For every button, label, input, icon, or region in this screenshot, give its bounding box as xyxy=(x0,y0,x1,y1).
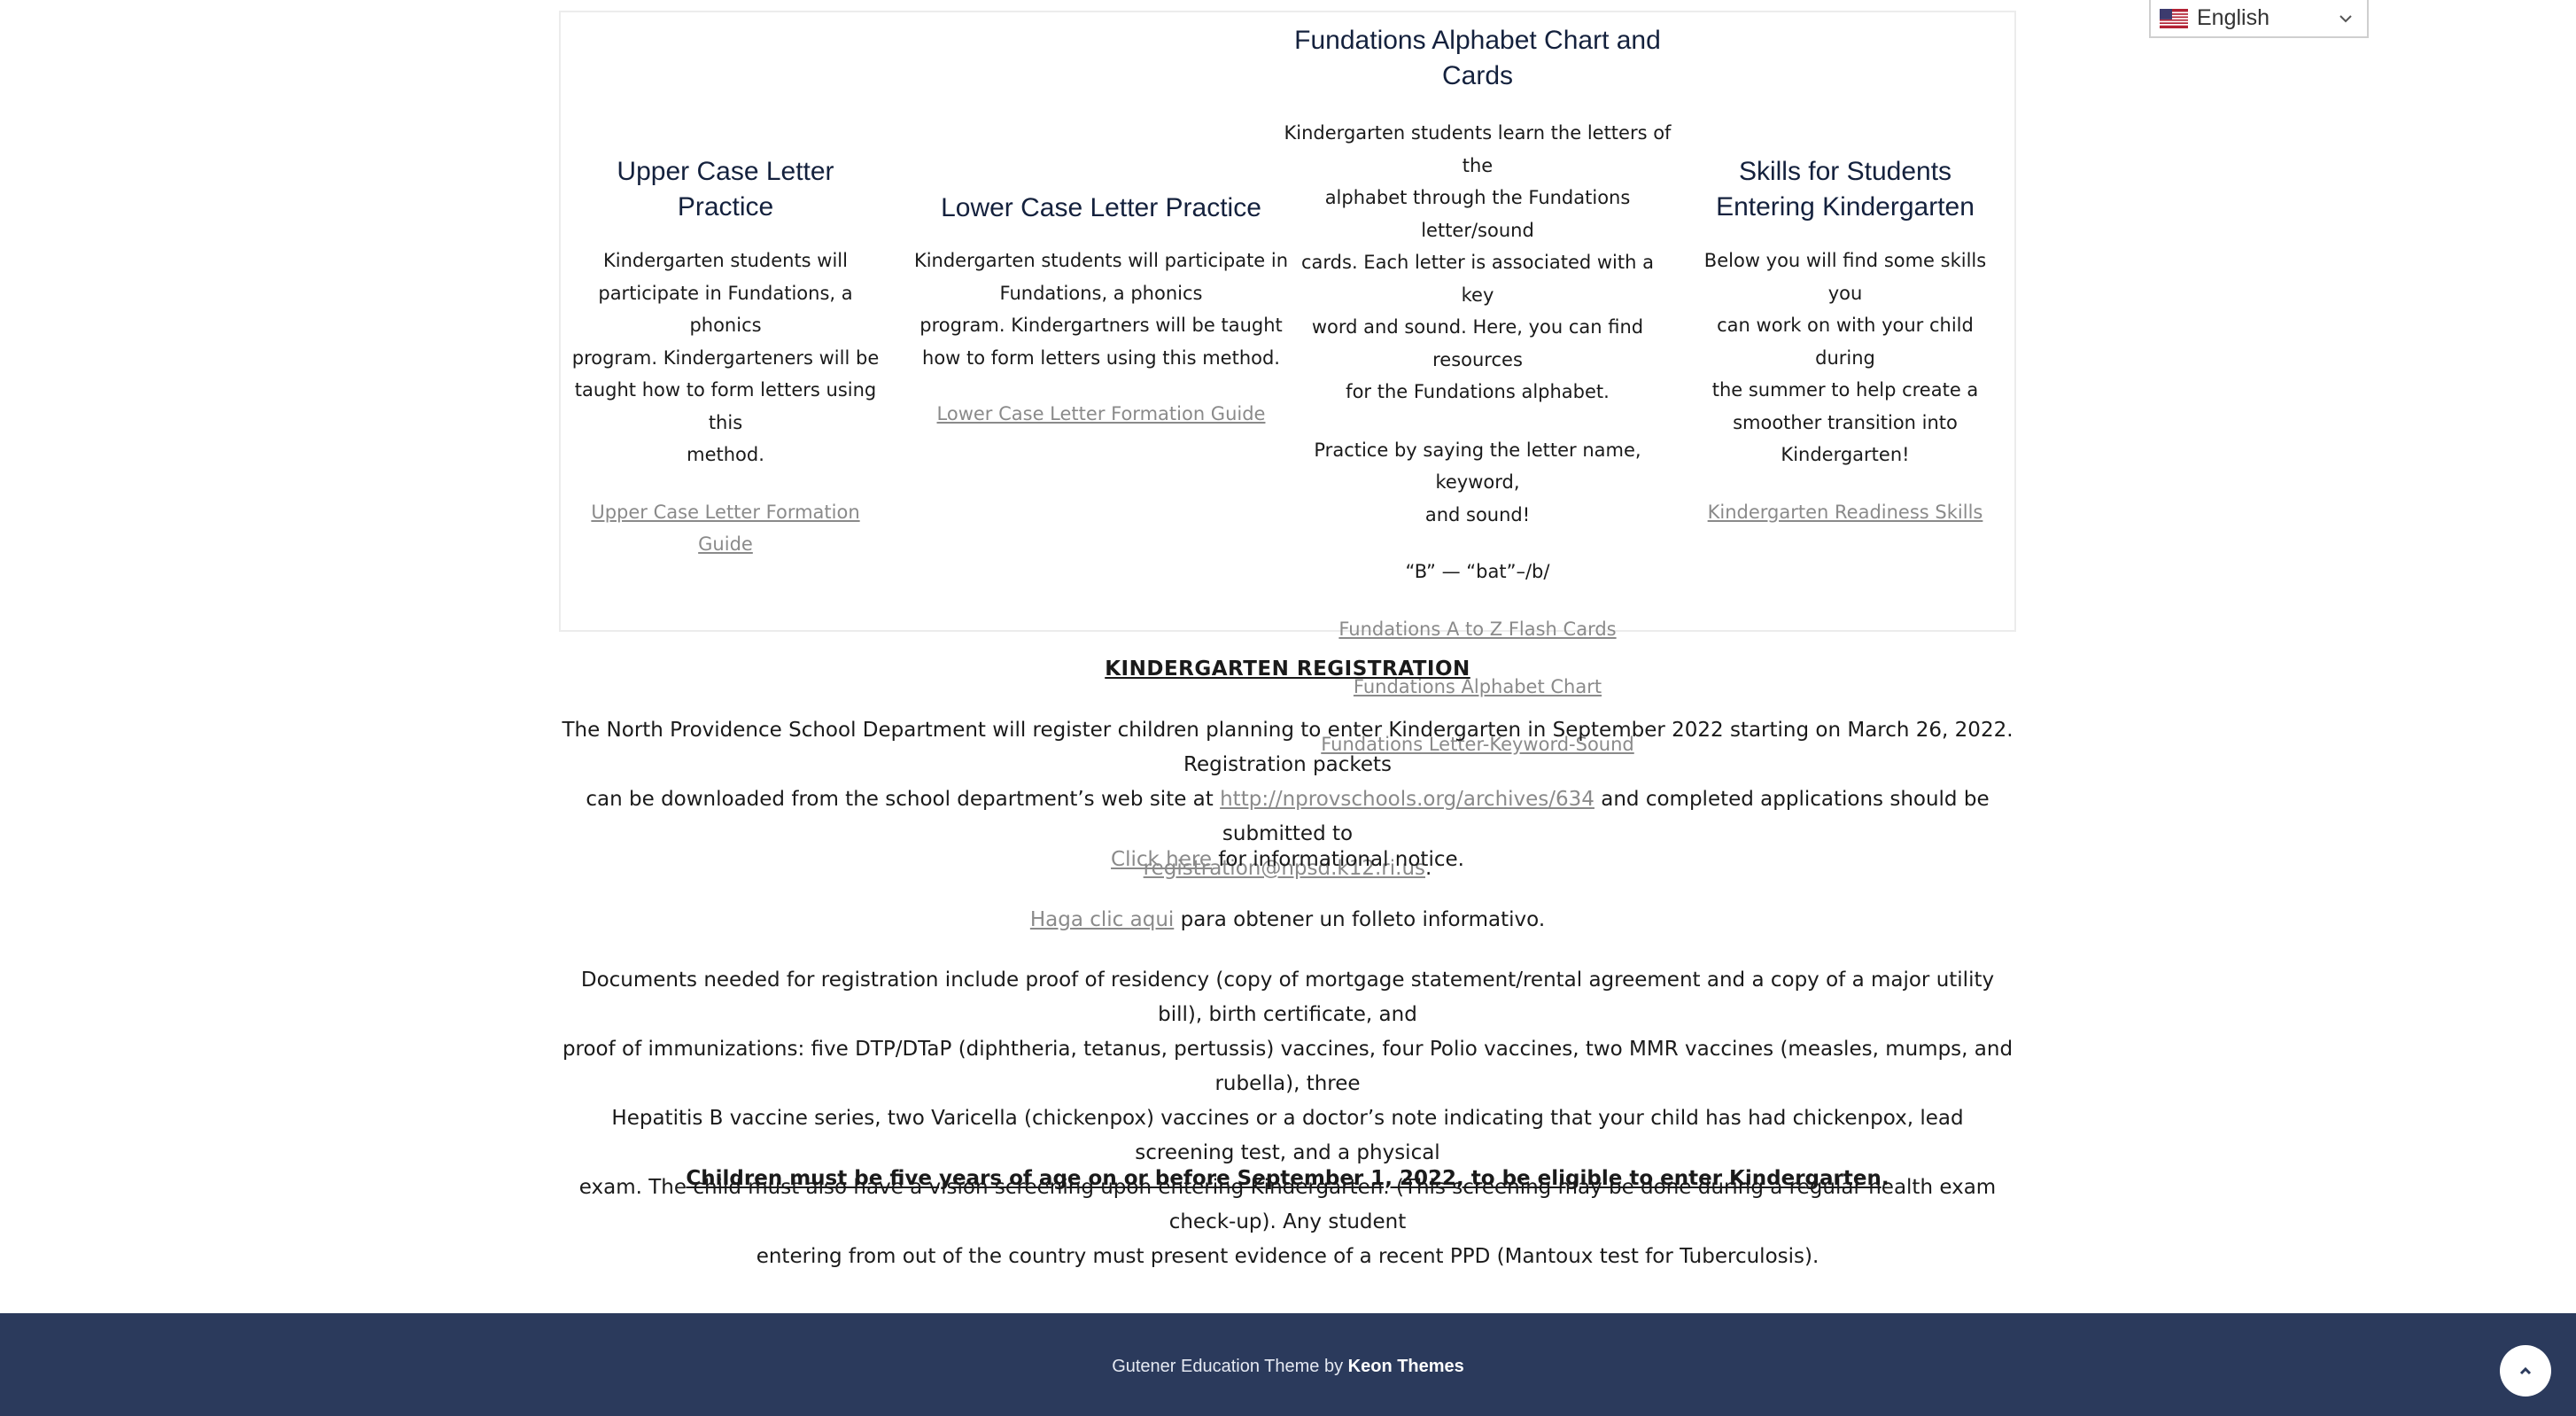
registration-title: KINDERGARTEN REGISTRATION xyxy=(1105,657,1470,681)
registration-title-wrap: KINDERGARTEN REGISTRATION xyxy=(559,652,2016,687)
resources-columns: Upper Case Letter Practice Kindergarten … xyxy=(559,11,2016,755)
back-to-top-button[interactable] xyxy=(2500,1345,2551,1397)
us-flag-icon xyxy=(2160,8,2188,28)
archives-link[interactable]: http://nprovschools.org/archives/634 xyxy=(1220,788,1594,811)
column-readiness-skills: Skills for Students Entering Kindergarte… xyxy=(1690,154,2000,528)
footer-credit: Gutener Education Theme by Keon Themes xyxy=(1112,1357,1464,1376)
column-body: Kindergarten students will participate i… xyxy=(913,250,1289,369)
age-rule: Children must be five years of age on or… xyxy=(686,1167,1889,1190)
keon-themes-link[interactable]: Keon Themes xyxy=(1348,1357,1464,1376)
language-label: English xyxy=(2197,5,2270,30)
column-fundations-alphabet: Fundations Alphabet Chart and Cards Kind… xyxy=(1283,23,1672,760)
haga-clic-link[interactable]: Haga clic aqui xyxy=(1030,908,1174,931)
age-rule-text: Children must be five years of age on or… xyxy=(686,1167,1882,1190)
site-footer: Gutener Education Theme by Keon Themes xyxy=(0,1313,2576,1416)
flash-cards-link[interactable]: Fundations A to Z Flash Cards xyxy=(1338,619,1616,640)
readiness-skills-link[interactable]: Kindergarten Readiness Skills xyxy=(1708,502,1983,523)
lower-case-guide-link[interactable]: Lower Case Letter Formation Guide xyxy=(937,403,1266,424)
example-text: “B” — “bat”–/b/ xyxy=(1405,561,1550,582)
column-body: Kindergarten students learn the letters … xyxy=(1284,122,1672,402)
chevron-up-icon xyxy=(2519,1366,2532,1375)
upper-case-guide-link[interactable]: Upper Case Letter Formation Guide xyxy=(591,502,859,555)
chevron-down-icon xyxy=(2339,15,2352,23)
page: English Upper Case Letter Practice Kinde… xyxy=(0,0,2576,1416)
notice-line: Click here for informational notice. xyxy=(1111,848,1464,871)
click-here-link[interactable]: Click here xyxy=(1111,848,1212,871)
column-title: Fundations Alphabet Chart and Cards xyxy=(1294,26,1661,90)
spanish-notice-line: Haga clic aqui para obtener un folleto i… xyxy=(1029,908,1546,931)
documents-paragraph: Documents needed for registration includ… xyxy=(562,969,2013,1268)
column-lower-case: Lower Case Letter Practice Kindergarten … xyxy=(906,191,1296,430)
column-title: Skills for Students Entering Kindergarte… xyxy=(1716,157,1975,222)
language-select[interactable]: English xyxy=(2149,0,2369,38)
column-title: Upper Case Letter Practice xyxy=(617,157,834,222)
column-upper-case: Upper Case Letter Practice Kindergarten … xyxy=(568,154,883,560)
column-body: Kindergarten students will participate i… xyxy=(571,250,880,465)
practice-text: Practice by saying the letter name, keyw… xyxy=(1314,439,1641,525)
column-title: Lower Case Letter Practice xyxy=(941,193,1261,222)
column-body: Below you will find some skills you can … xyxy=(1703,250,1987,465)
